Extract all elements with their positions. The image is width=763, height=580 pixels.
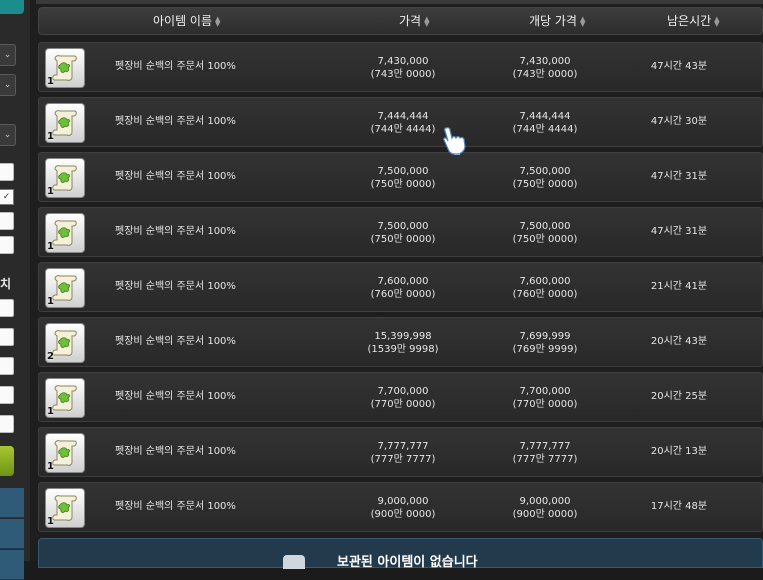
scroll-item-icon[interactable]: 1 [45, 488, 85, 528]
item-quantity: 1 [47, 241, 54, 252]
chevron-down-icon: ⌄ [3, 50, 12, 60]
item-unit-price: 7,500,000 (750만 0000) [512, 166, 578, 190]
item-time-left: 47시간 30분 [650, 116, 708, 127]
item-time-left: 47시간 31분 [650, 171, 708, 182]
storage-icon [283, 555, 305, 569]
item-unit-price: 7,600,000 (760만 0000) [512, 276, 578, 300]
item-quantity: 1 [47, 186, 54, 197]
column-header-time-left[interactable]: 남은시간 ▲ ▼ [667, 8, 720, 34]
item-price: 9,000,000 (900만 0000) [370, 496, 436, 520]
column-header-name[interactable]: 아이템 이름 ▲ ▼ [153, 8, 220, 34]
item-price: 7,430,000 (743만 0000) [370, 56, 436, 80]
filter-panel: ⌄ ⌄ ⌄ ✓ 치 [0, 0, 30, 580]
table-row[interactable]: 1 펫장비 순백의 주문서 100% 7,700,000 (770만 0000) 7,7… [38, 372, 763, 422]
scroll-item-icon[interactable]: 1 [45, 213, 85, 253]
item-quantity: 1 [47, 296, 54, 307]
item-unit-price: 7,700,000 (770만 0000) [512, 386, 578, 410]
item-time-left: 20시간 25분 [650, 391, 708, 402]
item-name: 펫장비 순백의 주문서 100% [115, 391, 236, 402]
filter-dropdown-3[interactable]: ⌄ [0, 124, 16, 146]
item-name: 펫장비 순백의 주문서 100% [115, 171, 236, 182]
chevron-down-icon: ⌄ [3, 130, 12, 140]
item-quantity: 1 [47, 516, 54, 527]
item-unit-price: 9,000,000 (900만 0000) [512, 496, 578, 520]
filter-input-2[interactable] [0, 212, 14, 230]
item-quantity: 1 [47, 406, 54, 417]
item-name: 펫장비 순백의 주문서 100% [115, 116, 236, 127]
filter-input-6[interactable] [0, 357, 14, 375]
nav-button-1[interactable] [0, 488, 24, 518]
filter-input-5[interactable] [0, 328, 14, 346]
table-row[interactable]: 2 펫장비 순백의 주문서 100% 15,399,998 (1539만 9998) 7… [38, 317, 763, 367]
item-name: 펫장비 순백의 주문서 100% [115, 336, 236, 347]
item-time-left: 17시간 48분 [650, 501, 708, 512]
item-price: 7,700,000 (770만 0000) [370, 386, 436, 410]
item-quantity: 1 [47, 76, 54, 87]
item-unit-price: 7,430,000 (743만 0000) [512, 56, 578, 80]
item-price: 7,777,777 (777만 7777) [370, 441, 436, 465]
filter-dropdown-2[interactable]: ⌄ [0, 74, 16, 96]
table-row[interactable]: 1 펫장비 순백의 주문서 100% 7,500,000 (750만 0000) 7,5… [38, 152, 763, 202]
item-quantity: 1 [47, 131, 54, 142]
item-price: 7,500,000 (750만 0000) [370, 221, 436, 245]
filter-input-7[interactable] [0, 386, 14, 404]
nav-button-3[interactable] [0, 550, 24, 580]
filter-checkbox[interactable]: ✓ [0, 189, 14, 205]
item-unit-price: 7,500,000 (750만 0000) [512, 221, 578, 245]
storage-panel: 보관된 아이템이 없습니다 [38, 538, 763, 570]
filter-dropdown-1[interactable]: ⌄ [0, 44, 16, 66]
scroll-item-icon[interactable]: 1 [45, 103, 85, 143]
item-name: 펫장비 순백의 주문서 100% [115, 446, 236, 457]
sort-icon[interactable]: ▲ ▼ [215, 15, 220, 27]
chevron-down-icon: ⌄ [3, 80, 12, 90]
item-unit-price: 7,699,999 (769만 9999) [512, 331, 578, 355]
table-row[interactable]: 1 펫장비 순백의 주문서 100% 7,777,777 (777만 7777) 7,7… [38, 427, 763, 477]
column-header-unit-price[interactable]: 개당 가격 ▲ ▼ [529, 8, 585, 34]
item-price: 7,500,000 (750만 0000) [370, 166, 436, 190]
item-time-left: 21시간 41분 [650, 281, 708, 292]
item-unit-price: 7,777,777 (777만 7777) [512, 441, 578, 465]
scroll-item-icon[interactable]: 1 [45, 433, 85, 473]
item-time-left: 47시간 31분 [650, 226, 708, 237]
scroll-item-icon[interactable]: 1 [45, 158, 85, 198]
item-name: 펫장비 순백의 주문서 100% [115, 226, 236, 237]
filter-input-1[interactable] [0, 163, 14, 181]
filter-section-heading: 치 [0, 277, 12, 291]
top-border [36, 0, 763, 4]
item-name: 펫장비 순백의 주문서 100% [115, 61, 236, 72]
table-row[interactable]: 1 펫장비 순백의 주문서 100% 7,430,000 (743만 0000) 7,4… [38, 42, 763, 92]
scroll-item-icon[interactable]: 2 [45, 323, 85, 363]
search-button[interactable] [0, 446, 14, 476]
item-quantity: 2 [47, 351, 54, 362]
filter-input-8[interactable] [0, 415, 14, 433]
item-time-left: 47시간 43분 [650, 61, 708, 72]
filter-panel-tab[interactable] [0, 0, 24, 14]
table-row[interactable]: 1 펫장비 순백의 주문서 100% 7,500,000 (750만 0000) 7,5… [38, 207, 763, 257]
item-time-left: 20시간 43분 [650, 336, 708, 347]
item-price: 7,600,000 (760만 0000) [370, 276, 436, 300]
sort-icon[interactable]: ▲ ▼ [580, 15, 585, 27]
item-price: 15,399,998 (1539만 9998) [367, 331, 439, 355]
item-name: 펫장비 순백의 주문서 100% [115, 501, 236, 512]
table-row[interactable]: 1 펫장비 순백의 주문서 100% 9,000,000 (900만 0000) 9,0… [38, 482, 763, 532]
item-unit-price: 7,444,444 (744만 4444) [512, 111, 578, 135]
scroll-item-icon[interactable]: 1 [45, 48, 85, 88]
table-row[interactable]: 1 펫장비 순백의 주문서 100% 7,444,444 (744만 4444) 7,4… [38, 97, 763, 147]
item-quantity: 1 [47, 461, 54, 472]
scroll-item-icon[interactable]: 1 [45, 378, 85, 418]
hand-cursor-icon [443, 127, 466, 155]
sort-icon[interactable]: ▲ ▼ [424, 15, 429, 27]
sort-icon[interactable]: ▲ ▼ [714, 15, 719, 27]
item-name: 펫장비 순백의 주문서 100% [115, 281, 236, 292]
item-time-left: 20시간 13분 [650, 446, 708, 457]
table-row[interactable]: 1 펫장비 순백의 주문서 100% 7,600,000 (760만 0000) 7,6… [38, 262, 763, 312]
auction-list: 아이템 이름 ▲ ▼ 가격 ▲ ▼ 개당 가격 ▲ ▼ 남은시간 ▲ ▼ 1 펫장비 순백의 주문… [30, 0, 763, 570]
nav-button-2[interactable] [0, 519, 24, 549]
table-header: 아이템 이름 ▲ ▼ 가격 ▲ ▼ 개당 가격 ▲ ▼ 남은시간 ▲ ▼ [38, 7, 763, 35]
checkmark-icon: ✓ [2, 192, 11, 202]
filter-input-4[interactable] [0, 299, 14, 317]
filter-input-3[interactable] [0, 236, 14, 254]
column-header-price[interactable]: 가격 ▲ ▼ [399, 8, 429, 34]
scroll-item-icon[interactable]: 1 [45, 268, 85, 308]
